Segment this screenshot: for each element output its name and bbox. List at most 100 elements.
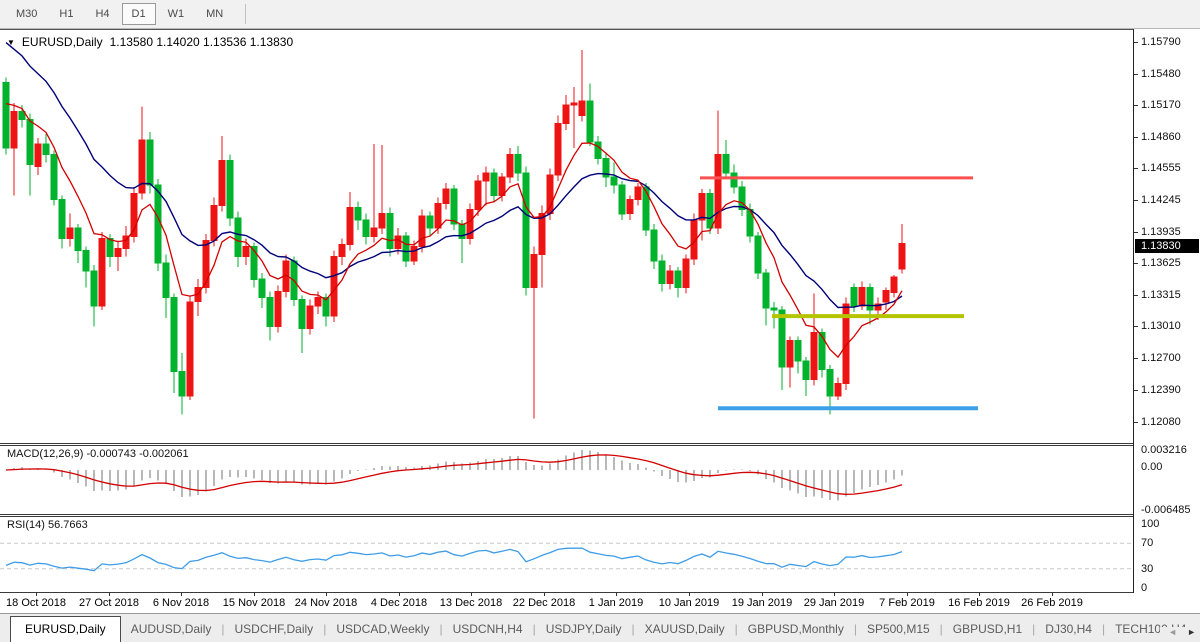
axis-tick (1134, 42, 1138, 43)
date-axis-label: 7 Feb 2019 (879, 597, 935, 609)
rsi-axis-label: 30 (1141, 563, 1153, 575)
price-axis-label: 1.14555 (1141, 162, 1181, 174)
macd-axis-label: 0.003216 (1141, 444, 1187, 456)
price-axis[interactable]: 1.15790 1.15480 1.15170 1.14860 1.14555 1.142… (1133, 29, 1200, 593)
price-axis-label: 1.15170 (1141, 99, 1181, 111)
date-tick (326, 593, 327, 596)
date-axis-label: 13 Dec 2018 (440, 597, 502, 609)
axis-tick (1134, 263, 1138, 264)
axis-tick (1134, 358, 1138, 359)
axis-tick (1134, 137, 1138, 138)
axis-tick (1134, 232, 1138, 233)
date-axis-label: 24 Nov 2018 (295, 597, 357, 609)
date-tick (254, 593, 255, 596)
date-tick (762, 593, 763, 596)
price-axis-label: 1.12700 (1141, 352, 1181, 364)
date-tick (36, 593, 37, 596)
macd-axis-label: -0.006485 (1141, 504, 1191, 516)
price-axis-label: 1.14245 (1141, 194, 1181, 206)
chart-tab-gbpusd[interactable]: GBPUSD,Monthly (738, 617, 854, 642)
timeframe-button-mn[interactable]: MN (196, 3, 233, 25)
date-tick (1052, 593, 1053, 596)
chart-tab-audusd[interactable]: AUDUSD,Daily (121, 617, 222, 642)
chart-ohlc-values: 1.13580 1.14020 1.13536 1.13830 (110, 35, 294, 49)
current-price-badge: 1.13830 (1135, 239, 1199, 253)
date-axis-label: 6 Nov 2018 (153, 597, 209, 609)
axis-tick (1134, 422, 1138, 423)
axis-tick (1134, 295, 1138, 296)
date-tick (616, 593, 617, 596)
price-axis-label: 1.13625 (1141, 257, 1181, 269)
axis-tick (1134, 74, 1138, 75)
chart-tab-gbpusd[interactable]: GBPUSD,H1 (943, 617, 1032, 642)
price-axis-label: 1.14860 (1141, 131, 1181, 143)
chart-tab-xauusd[interactable]: XAUUSD,Daily (635, 617, 735, 642)
axis-tick (1134, 390, 1138, 391)
timeframe-button-d1[interactable]: D1 (122, 3, 156, 25)
chart-tab-dj30[interactable]: DJ30,H4 (1035, 617, 1102, 642)
date-axis-label: 27 Oct 2018 (79, 597, 139, 609)
macd-label: MACD(12,26,9) -0.000743 -0.002061 (7, 448, 189, 460)
timeframe-toolbar: M30H1H4D1W1MN (0, 0, 1200, 29)
date-axis-label: 4 Dec 2018 (371, 597, 427, 609)
axis-tick (1134, 168, 1138, 169)
macd-values: -0.000743 -0.002061 (86, 448, 188, 460)
date-axis-label: 18 Oct 2018 (6, 597, 66, 609)
chart-tab-bar: EURUSD,DailyAUDUSD,Daily|USDCHF,Daily|US… (0, 613, 1200, 642)
rsi-axis-label: 70 (1141, 537, 1153, 549)
date-axis-label: 15 Nov 2018 (223, 597, 285, 609)
date-axis-label: 22 Dec 2018 (513, 597, 575, 609)
date-axis-label: 16 Feb 2019 (948, 597, 1010, 609)
chart-tab-usdjpy[interactable]: USDJPY,Daily (536, 617, 632, 642)
tab-scroll-right-icon[interactable]: ► (1187, 627, 1196, 637)
chevron-down-icon[interactable]: ▼ (7, 38, 15, 47)
rsi-axis-label: 100 (1141, 518, 1159, 530)
rsi-label: RSI(14) 56.7663 (7, 519, 88, 531)
price-axis-label: 1.13315 (1141, 289, 1181, 301)
tab-scroll-left-icon[interactable]: ◄ (1168, 627, 1177, 637)
date-tick (471, 593, 472, 596)
chart-tab-eurusd[interactable]: EURUSD,Daily (10, 616, 121, 642)
timeframe-button-m30[interactable]: M30 (6, 3, 47, 25)
date-tick (109, 593, 110, 596)
chart-tab-usdchf[interactable]: USDCHF,Daily (225, 617, 324, 642)
price-axis-label: 1.12390 (1141, 384, 1181, 396)
chart-tab-usdcnh[interactable]: USDCNH,H4 (443, 617, 533, 642)
date-axis-label: 10 Jan 2019 (659, 597, 720, 609)
axis-tick (1134, 200, 1138, 201)
date-tick (979, 593, 980, 596)
axis-tick (1134, 326, 1138, 327)
date-tick (399, 593, 400, 596)
timeframe-button-h1[interactable]: H1 (49, 3, 83, 25)
date-tick (834, 593, 835, 596)
date-axis-label: 26 Feb 2019 (1021, 597, 1083, 609)
timeframe-button-w1[interactable]: W1 (158, 3, 195, 25)
chart-symbol-label: EURUSD,Daily (22, 35, 103, 49)
candlestick-chart[interactable] (0, 30, 1133, 444)
date-axis-label: 19 Jan 2019 (732, 597, 793, 609)
price-axis-label: 1.15480 (1141, 68, 1181, 80)
price-axis-label: 1.12080 (1141, 416, 1181, 428)
axis-tick (1134, 105, 1138, 106)
rsi-value: 56.7663 (48, 519, 88, 531)
date-tick (689, 593, 690, 596)
main-chart-pane[interactable] (0, 29, 1133, 443)
chart-title: ▼ EURUSD,Daily 1.13580 1.14020 1.13536 1… (7, 35, 293, 49)
price-axis-label: 1.13935 (1141, 226, 1181, 238)
chart-tab-sp500[interactable]: SP500,M15 (857, 617, 940, 642)
chart-tab-usdcad[interactable]: USDCAD,Weekly (326, 617, 439, 642)
date-axis[interactable]: 18 Oct 2018 27 Oct 2018 6 Nov 2018 15 Nov 2… (0, 593, 1200, 613)
rsi-indicator-chart[interactable] (0, 517, 1133, 592)
date-tick (544, 593, 545, 596)
date-tick (181, 593, 182, 596)
toolbar-divider (245, 4, 246, 24)
date-tick (907, 593, 908, 596)
date-axis-label: 29 Jan 2019 (804, 597, 865, 609)
date-axis-label: 1 Jan 2019 (589, 597, 643, 609)
timeframe-button-h4[interactable]: H4 (85, 3, 119, 25)
macd-axis-label: 0.00 (1141, 461, 1162, 473)
price-axis-label: 1.13010 (1141, 320, 1181, 332)
mt4-window: M30H1H4D1W1MN ▼ EURUSD,Daily 1.13580 1.1… (0, 0, 1200, 642)
tab-scroll-buttons: ◄ ► (1160, 627, 1196, 637)
price-axis-label: 1.15790 (1141, 36, 1181, 48)
